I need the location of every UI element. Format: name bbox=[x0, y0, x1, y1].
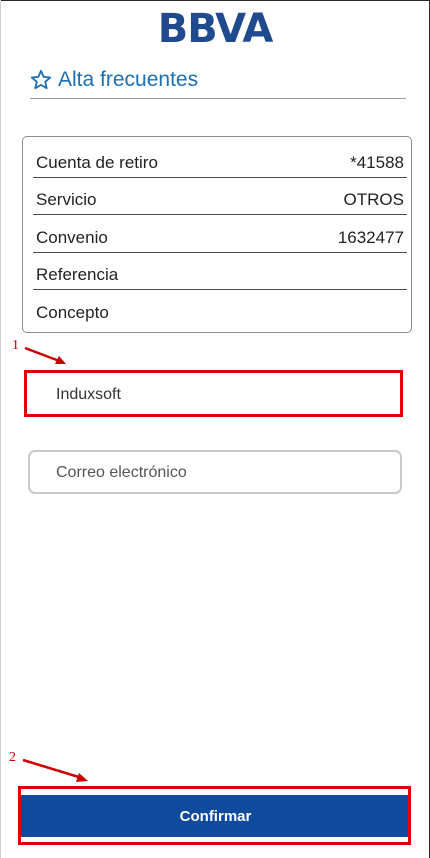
step-2-arrow-icon bbox=[22, 758, 88, 782]
detail-label: Servicio bbox=[36, 190, 97, 209]
detail-row-concepto: Concepto bbox=[33, 291, 407, 328]
detail-label: Concepto bbox=[36, 303, 109, 322]
detail-row-convenio: Convenio 1632477 bbox=[33, 216, 407, 253]
star-icon bbox=[30, 69, 52, 90]
frame-left-border bbox=[0, 0, 1, 858]
detail-label: Convenio bbox=[36, 228, 108, 247]
page-title: Alta frecuentes bbox=[58, 68, 199, 91]
email-input-placeholder: Correo electrónico bbox=[56, 464, 187, 481]
email-input[interactable]: Correo electrónico bbox=[28, 450, 402, 494]
detail-row-servicio: Servicio OTROS bbox=[33, 178, 407, 215]
detail-value: 1632477 bbox=[337, 228, 404, 247]
details-card: Cuenta de retiro *41588 Servicio OTROS C… bbox=[22, 136, 412, 333]
detail-label: Referencia bbox=[36, 265, 119, 284]
step-1-arrow-icon bbox=[24, 346, 66, 364]
step-2-highlight bbox=[18, 786, 411, 845]
page-header: Alta frecuentes bbox=[30, 66, 406, 99]
detail-value: *41588 bbox=[350, 153, 404, 172]
bbva-logo: BBVA bbox=[0, 6, 430, 52]
detail-value: OTROS bbox=[343, 190, 404, 209]
detail-row-cuenta: Cuenta de retiro *41588 bbox=[33, 141, 407, 178]
frame-top-border bbox=[0, 0, 430, 1]
detail-label: Cuenta de retiro bbox=[36, 153, 158, 172]
step-2-number: 2 bbox=[9, 750, 16, 765]
step-1-number: 1 bbox=[12, 338, 19, 353]
step-1-highlight bbox=[24, 370, 403, 417]
detail-row-referencia: Referencia bbox=[33, 253, 407, 290]
logo-text: BBVA bbox=[157, 6, 274, 52]
